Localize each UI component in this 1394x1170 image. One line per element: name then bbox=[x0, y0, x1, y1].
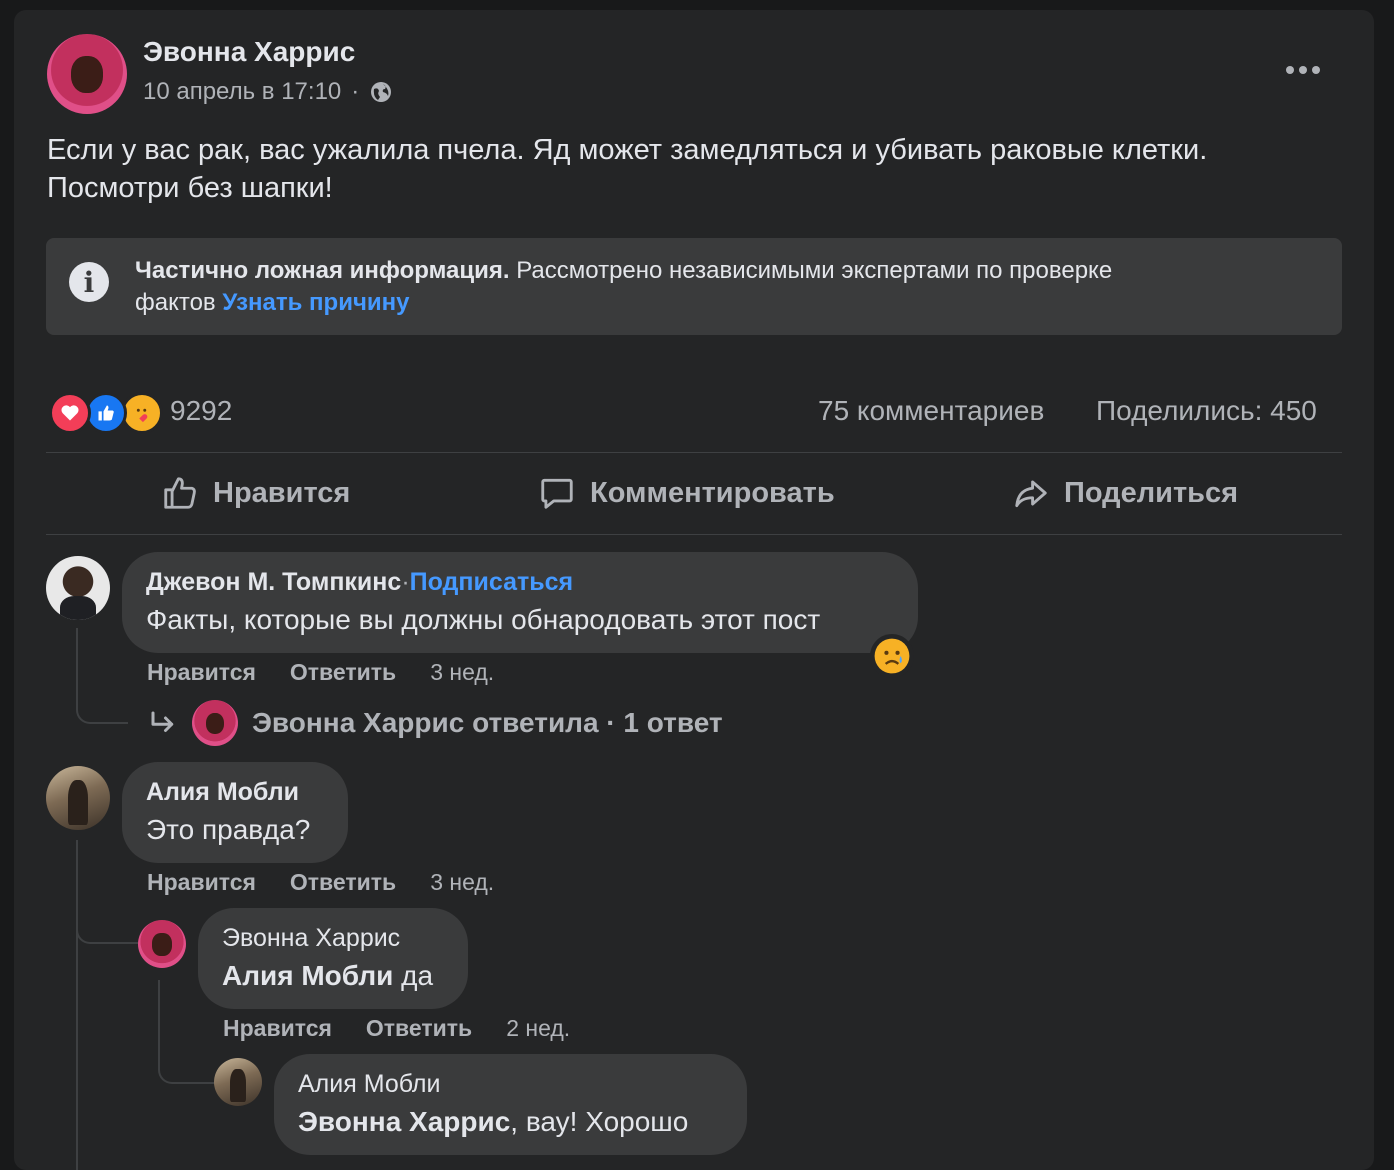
share-button[interactable]: Поделиться bbox=[1012, 474, 1238, 512]
fact-check-desc2: фактов bbox=[135, 289, 223, 316]
reply-like-button[interactable]: Нравится bbox=[223, 1015, 332, 1042]
reply-avatar[interactable] bbox=[214, 1058, 262, 1106]
sad-icon[interactable] bbox=[870, 634, 914, 678]
reply-text: Алия Мобли да bbox=[222, 960, 433, 992]
reactions-count[interactable]: 9292 bbox=[170, 395, 232, 427]
like-label: Нравится bbox=[213, 476, 351, 509]
reply-reply-button[interactable]: Ответить bbox=[366, 1015, 472, 1042]
heart-icon bbox=[49, 392, 91, 434]
reply-avatar bbox=[192, 700, 238, 746]
thread-line bbox=[76, 840, 78, 1170]
divider-top bbox=[46, 452, 1342, 453]
audience-separator: · bbox=[351, 78, 360, 105]
comment-icon bbox=[541, 478, 573, 509]
post-timestamp[interactable]: 10 апрель в 17:10 bbox=[143, 78, 341, 106]
author-avatar[interactable] bbox=[47, 34, 127, 114]
globe-icon[interactable] bbox=[369, 80, 393, 104]
dot-icon bbox=[1299, 66, 1307, 74]
learn-why-link[interactable]: Узнать причину bbox=[222, 289, 409, 316]
reply-body: да bbox=[393, 960, 434, 991]
reply-avatar[interactable] bbox=[138, 920, 186, 968]
reply-arrow-icon bbox=[151, 711, 174, 732]
separator: · bbox=[401, 568, 410, 596]
comment-actions: Нравится Ответить 3 нед. bbox=[147, 659, 494, 686]
comment-reply-button[interactable]: Ответить bbox=[290, 869, 396, 896]
share-label: Поделиться bbox=[1064, 476, 1239, 509]
fact-check-label: Частично ложная информация. bbox=[135, 257, 510, 284]
comment-text: Факты, которые вы должны обнародовать эт… bbox=[146, 604, 821, 635]
comment-time[interactable]: 3 нед. bbox=[430, 659, 494, 686]
dot-icon bbox=[1312, 66, 1320, 74]
post-text-line2: Посмотри без шапки! bbox=[47, 172, 333, 204]
comment-avatar[interactable] bbox=[46, 766, 110, 830]
thread-line bbox=[76, 628, 128, 724]
info-icon: i bbox=[69, 262, 109, 302]
divider-bottom bbox=[46, 534, 1342, 535]
comments-count[interactable]: 75 комментариев bbox=[818, 395, 1044, 427]
reply-body: , вау! Хорошо bbox=[510, 1106, 689, 1137]
reply-mention[interactable]: Эвонна Харрис bbox=[298, 1106, 510, 1137]
shares-count[interactable]: Поделились: 450 bbox=[1096, 395, 1317, 427]
comment-avatar[interactable] bbox=[46, 556, 110, 620]
comment-label: Комментировать bbox=[590, 476, 835, 509]
comment-author[interactable]: Алия Мобли bbox=[146, 778, 299, 807]
reaction-icons[interactable] bbox=[49, 392, 163, 434]
comment-author-line: Джевон М. Томпкинс·Подписаться bbox=[146, 568, 573, 597]
dot-icon bbox=[1286, 66, 1294, 74]
replies-summary: Эвонна Харрис ответила · 1 ответ bbox=[252, 707, 723, 738]
view-replies-button[interactable]: Эвонна Харрис ответила · 1 ответ bbox=[148, 700, 723, 746]
comment-bubble: Алия Мобли Это правда? bbox=[122, 762, 348, 863]
comment-like-button[interactable]: Нравится bbox=[147, 659, 256, 686]
comment-text: Это правда? bbox=[146, 814, 311, 845]
reply-actions: Нравится Ответить 2 нед. bbox=[223, 1015, 570, 1042]
reply-author[interactable]: Алия Мобли bbox=[298, 1070, 440, 1099]
comment-bubble: Джевон М. Томпкинс·Подписаться Факты, ко… bbox=[122, 552, 918, 653]
comment-button[interactable]: Комментировать bbox=[538, 474, 835, 512]
fact-check-text: Частично ложная информация. Рассмотрено … bbox=[135, 255, 1315, 319]
share-icon bbox=[1015, 480, 1047, 508]
reply-mention[interactable]: Алия Мобли bbox=[222, 960, 393, 991]
comment-like-button[interactable]: Нравится bbox=[147, 869, 256, 896]
author-name[interactable]: Эвонна Харрис bbox=[143, 36, 355, 68]
reply-text: Эвонна Харрис, вау! Хорошо bbox=[298, 1106, 688, 1138]
reply-bubble: Алия Мобли Эвонна Харрис, вау! Хорошо bbox=[274, 1054, 747, 1155]
thumbs-up-icon bbox=[164, 477, 196, 509]
thread-line bbox=[76, 910, 140, 944]
comment-author[interactable]: Джевон М. Томпкинс bbox=[146, 568, 401, 596]
thumbs-up-icon bbox=[85, 392, 127, 434]
reply-author[interactable]: Эвонна Харрис bbox=[222, 924, 400, 953]
fact-check-box: i Частично ложная информация. Рассмотрен… bbox=[46, 238, 1342, 335]
comment-actions: Нравится Ответить 3 нед. bbox=[147, 869, 494, 896]
comment-reply-button[interactable]: Ответить bbox=[290, 659, 396, 686]
care-icon bbox=[121, 392, 163, 434]
fact-check-desc: Рассмотрено независимыми экспертами по п… bbox=[509, 257, 1113, 284]
post-card: Эвонна Харрис 10 апрель в 17:10 · Если у… bbox=[14, 10, 1374, 1170]
post-text-line1: Если у вас рак, вас ужалила пчела. Яд мо… bbox=[47, 134, 1208, 166]
reply-time[interactable]: 2 нед. bbox=[506, 1015, 570, 1042]
comment-time[interactable]: 3 нед. bbox=[430, 869, 494, 896]
reply-bubble: Эвонна Харрис Алия Мобли да bbox=[198, 908, 468, 1009]
like-button[interactable]: Нравится bbox=[161, 474, 350, 512]
thread-line bbox=[158, 980, 216, 1084]
post-text: Если у вас рак, вас ужалила пчела. Яд мо… bbox=[47, 131, 1207, 207]
follow-link[interactable]: Подписаться bbox=[410, 568, 573, 596]
post-meta: 10 апрель в 17:10 · bbox=[143, 78, 393, 106]
more-options-button[interactable] bbox=[1286, 66, 1320, 74]
